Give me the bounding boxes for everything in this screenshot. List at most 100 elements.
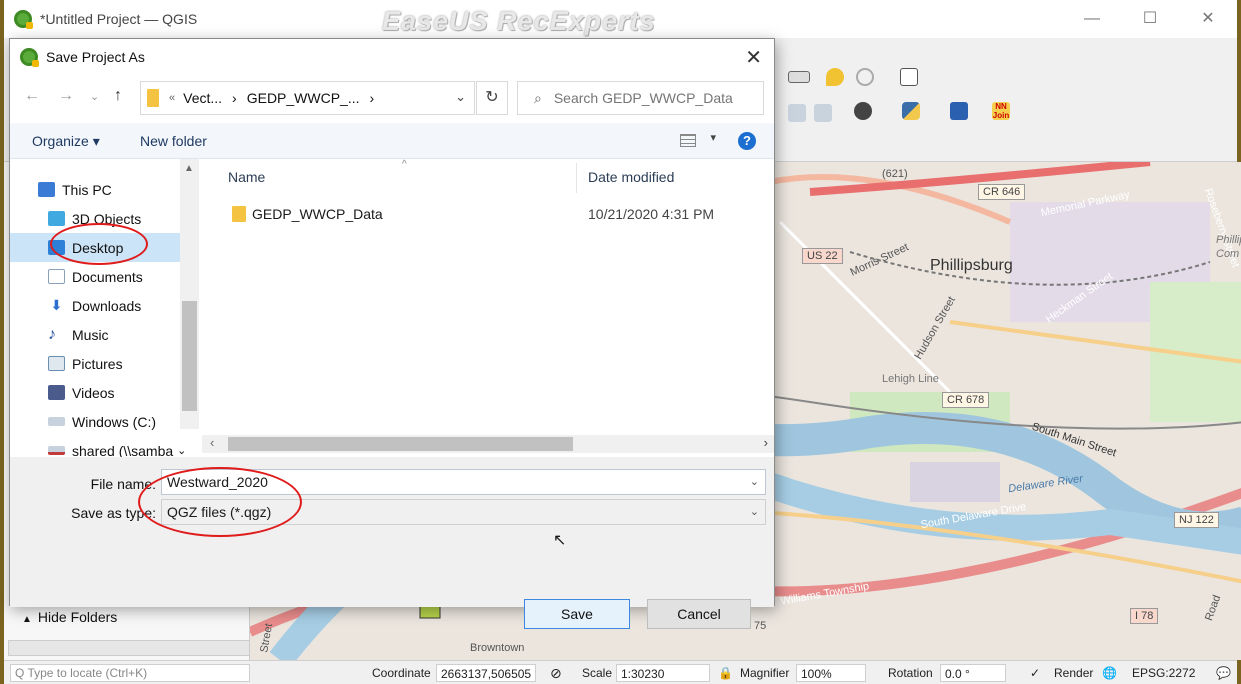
plugin-manager-icon[interactable] (854, 102, 872, 120)
hide-folders-button[interactable]: ▲ Hide Folders (22, 609, 117, 625)
view-options-icon[interactable] (680, 134, 696, 147)
documents-icon (48, 269, 65, 284)
dialog-close-icon[interactable]: ✕ (745, 45, 762, 70)
up-arrow-icon[interactable]: ↑ (114, 87, 122, 105)
magnifier-field[interactable]: 100% (796, 664, 866, 682)
magnifier-tool-icon[interactable] (856, 68, 874, 86)
chevron-down-icon[interactable]: ⌄ (750, 470, 759, 494)
nav-item-this-pc[interactable]: This PC (38, 175, 180, 204)
music-icon: ♪ (48, 326, 56, 343)
forward-arrow-icon[interactable]: → (58, 87, 74, 105)
new-folder-button[interactable]: New folder (140, 133, 207, 149)
save-project-dialog: Save Project As ✕ ← → ⌄ ↑ « Vect... › GE… (9, 38, 775, 629)
breadcrumb-overflow[interactable]: « (169, 92, 175, 104)
locate-search-input[interactable]: Q Type to locate (Ctrl+K) (10, 664, 250, 682)
globe-icon[interactable]: 🌐 (1102, 664, 1117, 682)
text-annotation-icon[interactable] (900, 68, 918, 86)
lock-scale-icon[interactable]: 🔒 (718, 664, 733, 682)
rotation-field[interactable]: 0.0 ° (940, 664, 1006, 682)
view-dropdown-icon[interactable]: ▾ (710, 131, 716, 144)
scale-field[interactable]: 1:30230 (616, 664, 710, 682)
scroll-up-icon[interactable]: ▲ (184, 163, 194, 174)
search-box[interactable]: ⌕ (517, 81, 764, 115)
file-list-hscrollbar[interactable]: ‹ › (202, 435, 774, 453)
nav-item-music[interactable]: ♪ Music (10, 320, 180, 349)
drive-icon (48, 417, 65, 426)
window-title: *Untitled Project — QGIS (40, 11, 198, 27)
map-label-lehigh-line: Lehigh Line (882, 373, 939, 385)
folder-icon (147, 89, 159, 107)
map-shield-cr646: CR 646 (978, 184, 1026, 200)
save-as-type-label: Save as type: (71, 505, 156, 521)
nav-item-videos[interactable]: Videos (10, 378, 180, 407)
scroll-left-icon[interactable]: ‹ (210, 435, 214, 450)
cancel-button[interactable]: Cancel (647, 599, 751, 629)
messages-icon[interactable]: 💬 (1216, 664, 1231, 682)
sort-ascending-icon: ^ (402, 159, 407, 170)
tooltip-icon[interactable] (826, 68, 844, 86)
chevron-down-icon[interactable]: ⌄ (750, 500, 759, 524)
column-header-date-modified[interactable]: Date modified (588, 169, 674, 185)
nav-item-label: shared (\\samba (72, 442, 174, 458)
nn-join-icon[interactable]: NN Join (992, 102, 1010, 120)
close-window-button[interactable]: ✕ (1179, 0, 1237, 38)
breadcrumb-gedp[interactable]: GEDP_WWCP_... (247, 90, 360, 106)
help-icon[interactable]: ? (738, 132, 756, 150)
navigation-pane-scrollbar[interactable]: ▲ (180, 159, 199, 429)
scrollbar-thumb[interactable] (182, 301, 197, 411)
file-name: GEDP_WWCP_Data (252, 206, 383, 222)
scroll-right-icon[interactable]: › (764, 435, 768, 450)
recent-locations-chevron-icon[interactable]: ⌄ (90, 90, 99, 103)
help-toolbar-icon[interactable] (950, 102, 968, 120)
digitize-icon-2[interactable] (814, 104, 832, 122)
chevron-down-icon[interactable]: ⌄ (177, 444, 186, 457)
navigation-pane: This PC 3D Objects Desktop Documents ⬇ D… (10, 159, 200, 457)
address-bar[interactable]: « Vect... › GEDP_WWCP_... › ⌄ (140, 81, 475, 115)
toggle-extents-icon[interactable]: ⊘ (550, 664, 562, 682)
map-label-phillip-partial: Phillip (1216, 234, 1241, 246)
scrollbar-thumb[interactable] (228, 437, 573, 451)
rotation-label: Rotation (888, 666, 933, 680)
render-label: Render (1054, 666, 1094, 680)
address-dropdown-icon[interactable]: ⌄ (455, 89, 466, 105)
python-console-icon[interactable] (902, 102, 920, 120)
nav-item-downloads[interactable]: ⬇ Downloads (10, 291, 180, 320)
breadcrumb-vect[interactable]: Vect... (183, 90, 222, 106)
coordinate-field[interactable]: 2663137,506505 (436, 664, 537, 682)
nav-item-documents[interactable]: Documents (10, 262, 180, 291)
layers-panel-scrollbar[interactable] (8, 640, 250, 656)
dialog-title: Save Project As (46, 49, 145, 65)
minimize-button[interactable]: — (1063, 0, 1121, 38)
map-shield-cr678: CR 678 (942, 392, 990, 408)
label-toolbar-icon[interactable] (788, 71, 810, 83)
desktop-icon (48, 240, 65, 255)
nav-item-label: Downloads (72, 297, 142, 314)
maximize-button[interactable]: ☐ (1121, 0, 1179, 38)
organize-button[interactable]: Organize ▾ (32, 133, 100, 150)
save-as-type-select[interactable]: QGZ files (*.qgz) ⌄ (161, 499, 766, 525)
crs-button[interactable]: EPSG:2272 (1132, 664, 1195, 682)
nav-item-label: Videos (72, 384, 115, 401)
nav-item-3d-objects[interactable]: 3D Objects (10, 204, 180, 233)
column-header-name[interactable]: Name (228, 169, 265, 185)
column-divider[interactable] (576, 163, 577, 193)
nav-item-desktop[interactable]: Desktop (10, 233, 180, 262)
nav-item-windows-c[interactable]: Windows (C:) (10, 407, 180, 436)
file-name-value: Westward_2020 (167, 474, 268, 490)
file-date: 10/21/2020 4:31 PM (588, 206, 715, 222)
map-shield-us22: US 22 (802, 248, 843, 264)
save-button[interactable]: Save (524, 599, 630, 629)
search-input[interactable] (553, 90, 744, 106)
coordinate-label: Coordinate (372, 666, 431, 680)
back-arrow-icon[interactable]: ← (24, 87, 40, 105)
videos-icon (48, 385, 65, 400)
pictures-icon (48, 356, 65, 371)
nav-item-shared-samba[interactable]: shared (\\samba ⌄ (10, 436, 200, 457)
map-label-phillipsburg: Phillipsburg (930, 257, 1013, 274)
digitize-icon-1[interactable] (788, 104, 806, 122)
render-checkbox-icon[interactable]: ✓ (1030, 664, 1040, 682)
file-name-input[interactable]: Westward_2020 ⌄ (161, 469, 766, 495)
file-row[interactable]: GEDP_WWCP_Data 10/21/2020 4:31 PM (202, 199, 772, 229)
refresh-icon[interactable]: ↻ (476, 81, 508, 115)
nav-item-pictures[interactable]: Pictures (10, 349, 180, 378)
